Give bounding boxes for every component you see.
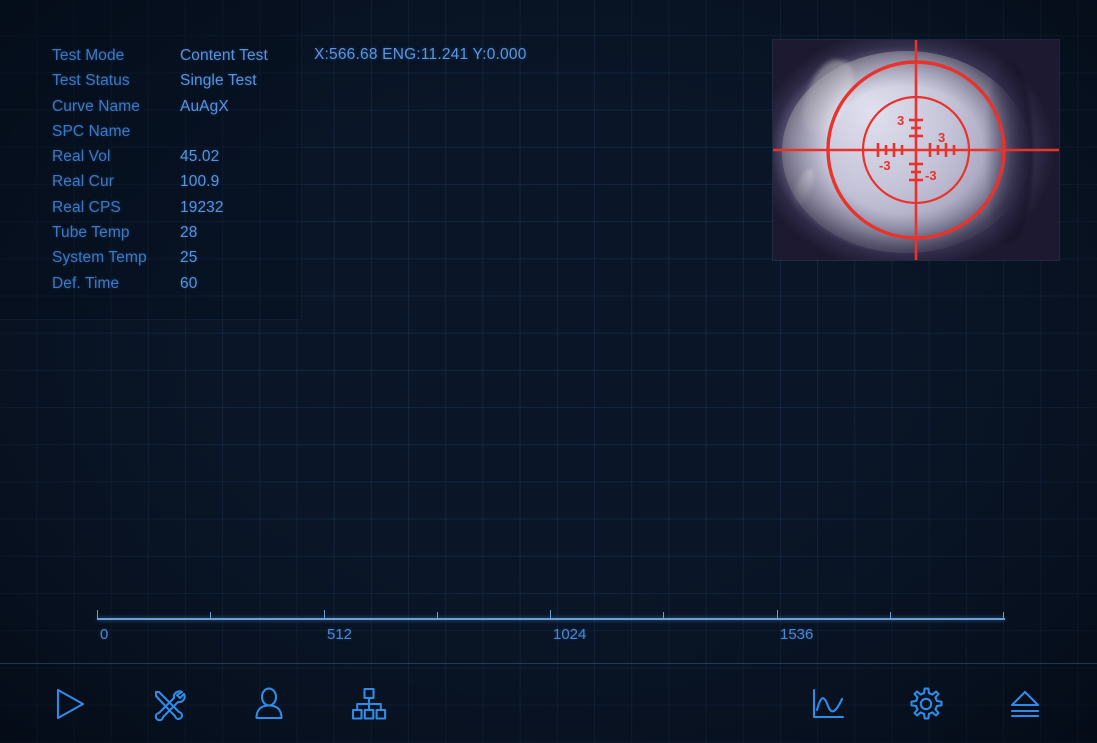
- axis-tick-label: 512: [327, 626, 353, 643]
- axis-tick: [663, 612, 664, 619]
- user-icon: [255, 687, 283, 720]
- status-row: Real Cur 100.9: [52, 173, 292, 198]
- status-value: 100.9: [180, 173, 220, 191]
- coordinate-readout: X:566.68 ENG:11.241 Y:0.000: [314, 46, 527, 63]
- axis-tick-label: 0: [100, 626, 109, 643]
- status-row: Real Vol 45.02: [52, 148, 292, 173]
- status-row: Curve Name AuAgX: [52, 98, 292, 123]
- application-window: Test Mode Content Test Test Status Single T…: [0, 0, 1097, 743]
- status-value: Content Test: [180, 47, 268, 64]
- spectrum-x-axis: 0 512 1024 1536: [97, 610, 1007, 658]
- axis-tick: [550, 610, 551, 619]
- crosshair-reticle-icon: 3 3 -3 -3: [773, 40, 1059, 260]
- axis-line: [97, 618, 1005, 620]
- hierarchy-icon: [351, 687, 387, 720]
- status-value: 60: [180, 274, 198, 292]
- axis-tick-label: 1024: [553, 626, 587, 643]
- axis-tick: [777, 610, 778, 619]
- axis-tick: [1003, 612, 1004, 619]
- axis-tick: [97, 610, 98, 619]
- status-value: AuAgX: [180, 97, 229, 115]
- bottom-toolbar: [0, 664, 1097, 743]
- status-label: Def. Time: [52, 274, 120, 292]
- status-label: Test Status: [52, 72, 130, 90]
- status-value: Single Test: [180, 72, 257, 90]
- reticle-label-right: 3: [938, 130, 945, 145]
- status-label: Test Mode: [52, 47, 125, 64]
- spectrum-button[interactable]: [802, 678, 854, 730]
- reticle-label-top: 3: [897, 113, 904, 128]
- status-label: Curve Name: [52, 97, 140, 115]
- status-row: System Temp 25: [52, 249, 292, 274]
- sample-camera-preview[interactable]: 3 3 -3 -3: [773, 40, 1059, 260]
- status-panel: Test Mode Content Test Test Status Single T…: [52, 47, 292, 300]
- network-button[interactable]: [343, 678, 395, 730]
- status-label: Real Cur: [52, 173, 114, 191]
- reticle-label-left: -3: [879, 158, 891, 173]
- status-label: Real CPS: [52, 198, 121, 216]
- play-icon: [56, 688, 85, 720]
- user-button[interactable]: [243, 678, 295, 730]
- chart-line-icon: [812, 688, 845, 719]
- status-value: 19232: [180, 198, 224, 216]
- status-label: Real Vol: [52, 148, 111, 166]
- status-row: Real CPS 19232: [52, 199, 292, 224]
- axis-tick: [210, 612, 211, 619]
- status-label: SPC Name: [52, 122, 131, 140]
- axis-tick: [437, 612, 438, 619]
- axis-tick-label: 1536: [780, 626, 814, 643]
- status-row: Def. Time 60: [52, 275, 292, 300]
- tools-icon: [154, 690, 186, 722]
- status-label: System Temp: [52, 249, 147, 267]
- start-test-button[interactable]: [44, 678, 96, 730]
- settings-button[interactable]: [900, 678, 952, 730]
- reticle-label-bottom: -3: [925, 168, 937, 183]
- axis-tick: [324, 610, 325, 619]
- eject-button[interactable]: [999, 678, 1051, 730]
- status-row: Tube Temp 28: [52, 224, 292, 249]
- status-label: Tube Temp: [52, 224, 130, 242]
- gear-icon: [910, 687, 943, 720]
- status-row: SPC Name: [52, 123, 292, 148]
- status-row: Test Mode Content Test: [52, 47, 292, 72]
- tools-button[interactable]: [143, 678, 195, 730]
- axis-tick: [890, 612, 891, 619]
- eject-icon: [1010, 690, 1040, 718]
- status-value: 25: [180, 249, 198, 267]
- status-value: 45.02: [180, 148, 220, 166]
- status-value: 28: [180, 224, 198, 242]
- status-row: Test Status Single Test: [52, 72, 292, 97]
